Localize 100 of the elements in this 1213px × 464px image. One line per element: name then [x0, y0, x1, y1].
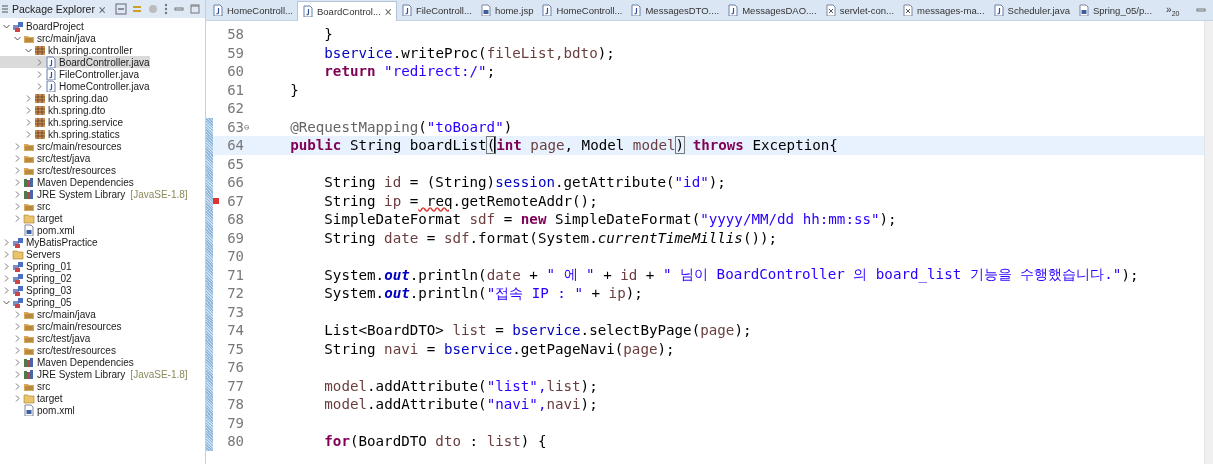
tree-item[interactable]: src/test/resources [0, 164, 116, 176]
collapsed-icon[interactable] [2, 274, 10, 282]
tree-item[interactable]: JRE System Library [JavaSE-1.8] [0, 188, 188, 200]
collapsed-icon[interactable] [24, 94, 32, 102]
project-icon [12, 20, 24, 32]
editor-tab[interactable]: HomeControll... [208, 1, 297, 19]
tree-item[interactable]: src/main/resources [0, 140, 122, 152]
menu-icon[interactable] [1, 4, 9, 14]
collapsed-icon[interactable] [13, 334, 21, 342]
tree-item[interactable]: JRE System Library [JavaSE-1.8] [0, 368, 188, 380]
expanded-icon[interactable] [24, 46, 32, 54]
tree-item[interactable]: src [0, 200, 51, 212]
editor-tab[interactable]: BoardControl... ⨯ [297, 0, 397, 21]
tree-item[interactable]: Spring_02 [0, 272, 72, 284]
tree-item[interactable]: MyBatisPractice [0, 236, 98, 248]
tree-item[interactable]: kh.spring.controller [0, 44, 133, 56]
variable-name: model [324, 377, 368, 394]
collapsed-icon[interactable] [13, 214, 21, 222]
tree-item[interactable]: Maven Dependencies [0, 176, 134, 188]
tree-item[interactable]: Spring_01 [0, 260, 72, 272]
collapsed-icon[interactable] [24, 106, 32, 114]
collapsed-icon[interactable] [13, 358, 21, 366]
tree-item[interactable]: kh.spring.dto [0, 104, 106, 116]
editor-tab[interactable]: home.jsp [475, 1, 538, 19]
tree-item[interactable]: src/main/java [0, 308, 96, 320]
link-icon[interactable] [131, 3, 143, 15]
tree-item[interactable]: src/test/resources [0, 344, 116, 356]
line-number: 79 [226, 414, 244, 431]
maximize-icon[interactable] [189, 3, 201, 15]
tree-item[interactable]: BoardController.java [0, 56, 150, 68]
more-icon[interactable] [163, 3, 169, 15]
tree-item[interactable]: target [0, 392, 63, 404]
tree-item[interactable]: pom.xml [0, 224, 75, 236]
string-literal: "접속 IP : " [486, 283, 583, 303]
tree-item[interactable]: FileController.java [0, 68, 140, 80]
error-marker-icon[interactable] [213, 197, 219, 204]
file-icon [479, 4, 492, 16]
tree-item[interactable]: kh.spring.dao [0, 92, 109, 104]
collapsed-icon[interactable] [35, 70, 43, 78]
more-tabs-button[interactable]: »$_{20}$ [1166, 3, 1180, 17]
close-icon[interactable]: ⨯ [383, 5, 392, 17]
filter-icon[interactable] [147, 3, 159, 15]
collapsed-icon[interactable] [13, 154, 21, 162]
collapsed-icon[interactable] [13, 370, 21, 378]
editor-tab[interactable]: servlet-con... [820, 1, 899, 19]
editor-tab[interactable]: MessagesDAO.... [723, 1, 821, 19]
collapsed-icon[interactable] [13, 394, 21, 402]
editor-tab[interactable]: Spring_05/p... [1073, 1, 1157, 19]
expanded-icon[interactable] [2, 298, 10, 306]
collapse-all-icon[interactable] [115, 3, 127, 15]
variable-name: list [451, 322, 487, 339]
editor-tab[interactable]: FileControll... [396, 1, 476, 19]
tree-item[interactable]: Maven Dependencies [0, 356, 134, 368]
tree-item[interactable]: target [0, 212, 63, 224]
code-text: .selectByPage( [580, 322, 701, 339]
bracket: ) [675, 137, 685, 154]
code-editor[interactable] [206, 21, 1213, 464]
tree-item[interactable]: src/main/java [0, 32, 96, 44]
close-button[interactable]: ⨯ [97, 3, 106, 15]
collapsed-icon[interactable] [2, 286, 10, 294]
editor-tab[interactable]: messages-ma... [898, 1, 989, 19]
line-number: 69 [226, 229, 244, 246]
fold-toggle[interactable]: ⊖ [244, 121, 250, 132]
collapsed-icon[interactable] [13, 178, 21, 186]
collapsed-icon[interactable] [24, 118, 32, 126]
collapsed-icon[interactable] [2, 262, 10, 270]
editor-tab[interactable]: MessagesDTO.... [626, 1, 724, 19]
collapsed-icon[interactable] [2, 238, 10, 246]
collapsed-icon[interactable] [13, 382, 21, 390]
tree-item[interactable]: BoardProject [0, 20, 84, 32]
collapsed-icon[interactable] [35, 58, 43, 66]
tree-item[interactable]: src/test/java [0, 332, 91, 344]
collapsed-icon[interactable] [13, 346, 21, 354]
collapsed-icon[interactable] [13, 166, 21, 174]
tree-item[interactable]: src/test/java [0, 152, 91, 164]
code-text: + [590, 285, 601, 302]
tree-item[interactable]: Spring_03 [0, 284, 72, 296]
collapsed-icon[interactable] [35, 82, 43, 90]
expanded-icon[interactable] [13, 34, 21, 42]
tree-item[interactable]: HomeController.java [0, 80, 150, 92]
scrollbar[interactable] [1204, 21, 1213, 464]
collapsed-icon[interactable] [13, 190, 21, 198]
line-number: 74 [226, 322, 244, 339]
tree-item[interactable]: src/main/resources [0, 320, 122, 332]
collapsed-icon[interactable] [13, 142, 21, 150]
collapsed-icon[interactable] [2, 250, 10, 258]
collapsed-icon[interactable] [24, 130, 32, 138]
tree-item[interactable]: kh.spring.statics [0, 128, 120, 140]
collapsed-icon[interactable] [13, 310, 21, 318]
expanded-icon[interactable] [2, 22, 10, 30]
tree-item[interactable]: Spring_05 [0, 296, 72, 308]
collapsed-icon[interactable] [13, 322, 21, 330]
editor-tab[interactable]: Scheduler.java [988, 1, 1074, 19]
tree-item[interactable]: pom.xml [0, 404, 75, 416]
tree-item[interactable]: kh.spring.service [0, 116, 124, 128]
collapsed-icon[interactable] [13, 202, 21, 210]
tree-item[interactable]: Servers [0, 248, 61, 260]
java-file-icon [541, 4, 554, 16]
tree-item[interactable]: src [0, 380, 51, 392]
editor-tab[interactable]: HomeControll... [537, 1, 627, 19]
